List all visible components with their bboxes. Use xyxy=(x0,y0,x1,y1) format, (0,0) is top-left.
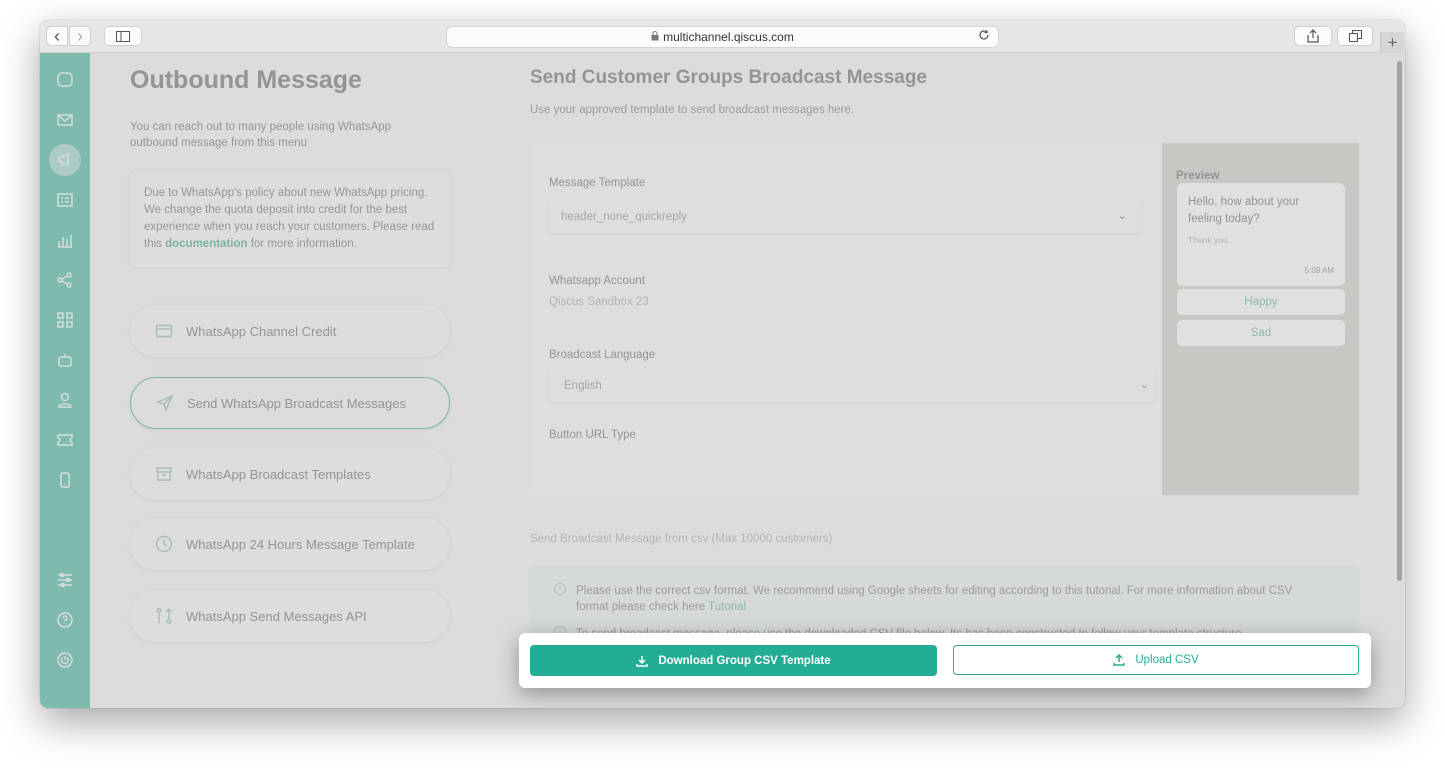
reload-icon[interactable] xyxy=(978,29,990,44)
share-button[interactable] xyxy=(1294,26,1332,46)
upload-csv-button[interactable]: Upload CSV xyxy=(953,645,1359,675)
app-area: Outbound Message You can reach out to ma… xyxy=(40,53,1405,708)
tabs-icon xyxy=(1348,30,1362,42)
back-icon: ‹ xyxy=(54,26,60,46)
share-icon xyxy=(1307,29,1319,43)
sidebar-toggle-button[interactable] xyxy=(104,26,142,46)
url-bar[interactable]: multichannel.qiscus.com xyxy=(446,26,999,48)
tabs-overview-button[interactable] xyxy=(1337,26,1373,46)
download-csv-template-button[interactable]: Download Group CSV Template xyxy=(530,645,937,676)
csv-action-bar: Download Group CSV Template Upload CSV xyxy=(519,633,1371,688)
lock-icon xyxy=(651,31,659,43)
download-label: Download Group CSV Template xyxy=(658,654,831,667)
sidebar-icon xyxy=(116,30,130,42)
back-button[interactable]: ‹ xyxy=(46,26,68,46)
browser-window: ‹ › multichannel.qiscus.com + Outbound M… xyxy=(40,20,1405,708)
forward-button[interactable]: › xyxy=(69,26,91,46)
new-tab-button[interactable]: + xyxy=(1380,32,1404,53)
browser-toolbar: ‹ › multichannel.qiscus.com + xyxy=(40,20,1405,53)
upload-icon xyxy=(1113,654,1126,666)
forward-icon: › xyxy=(77,26,83,46)
url-text: multichannel.qiscus.com xyxy=(663,30,794,44)
modal-overlay xyxy=(40,53,1405,708)
scrollbar[interactable] xyxy=(1397,61,1402,581)
plus-icon: + xyxy=(1387,32,1398,52)
download-icon xyxy=(636,655,649,667)
upload-label: Upload CSV xyxy=(1135,654,1199,666)
